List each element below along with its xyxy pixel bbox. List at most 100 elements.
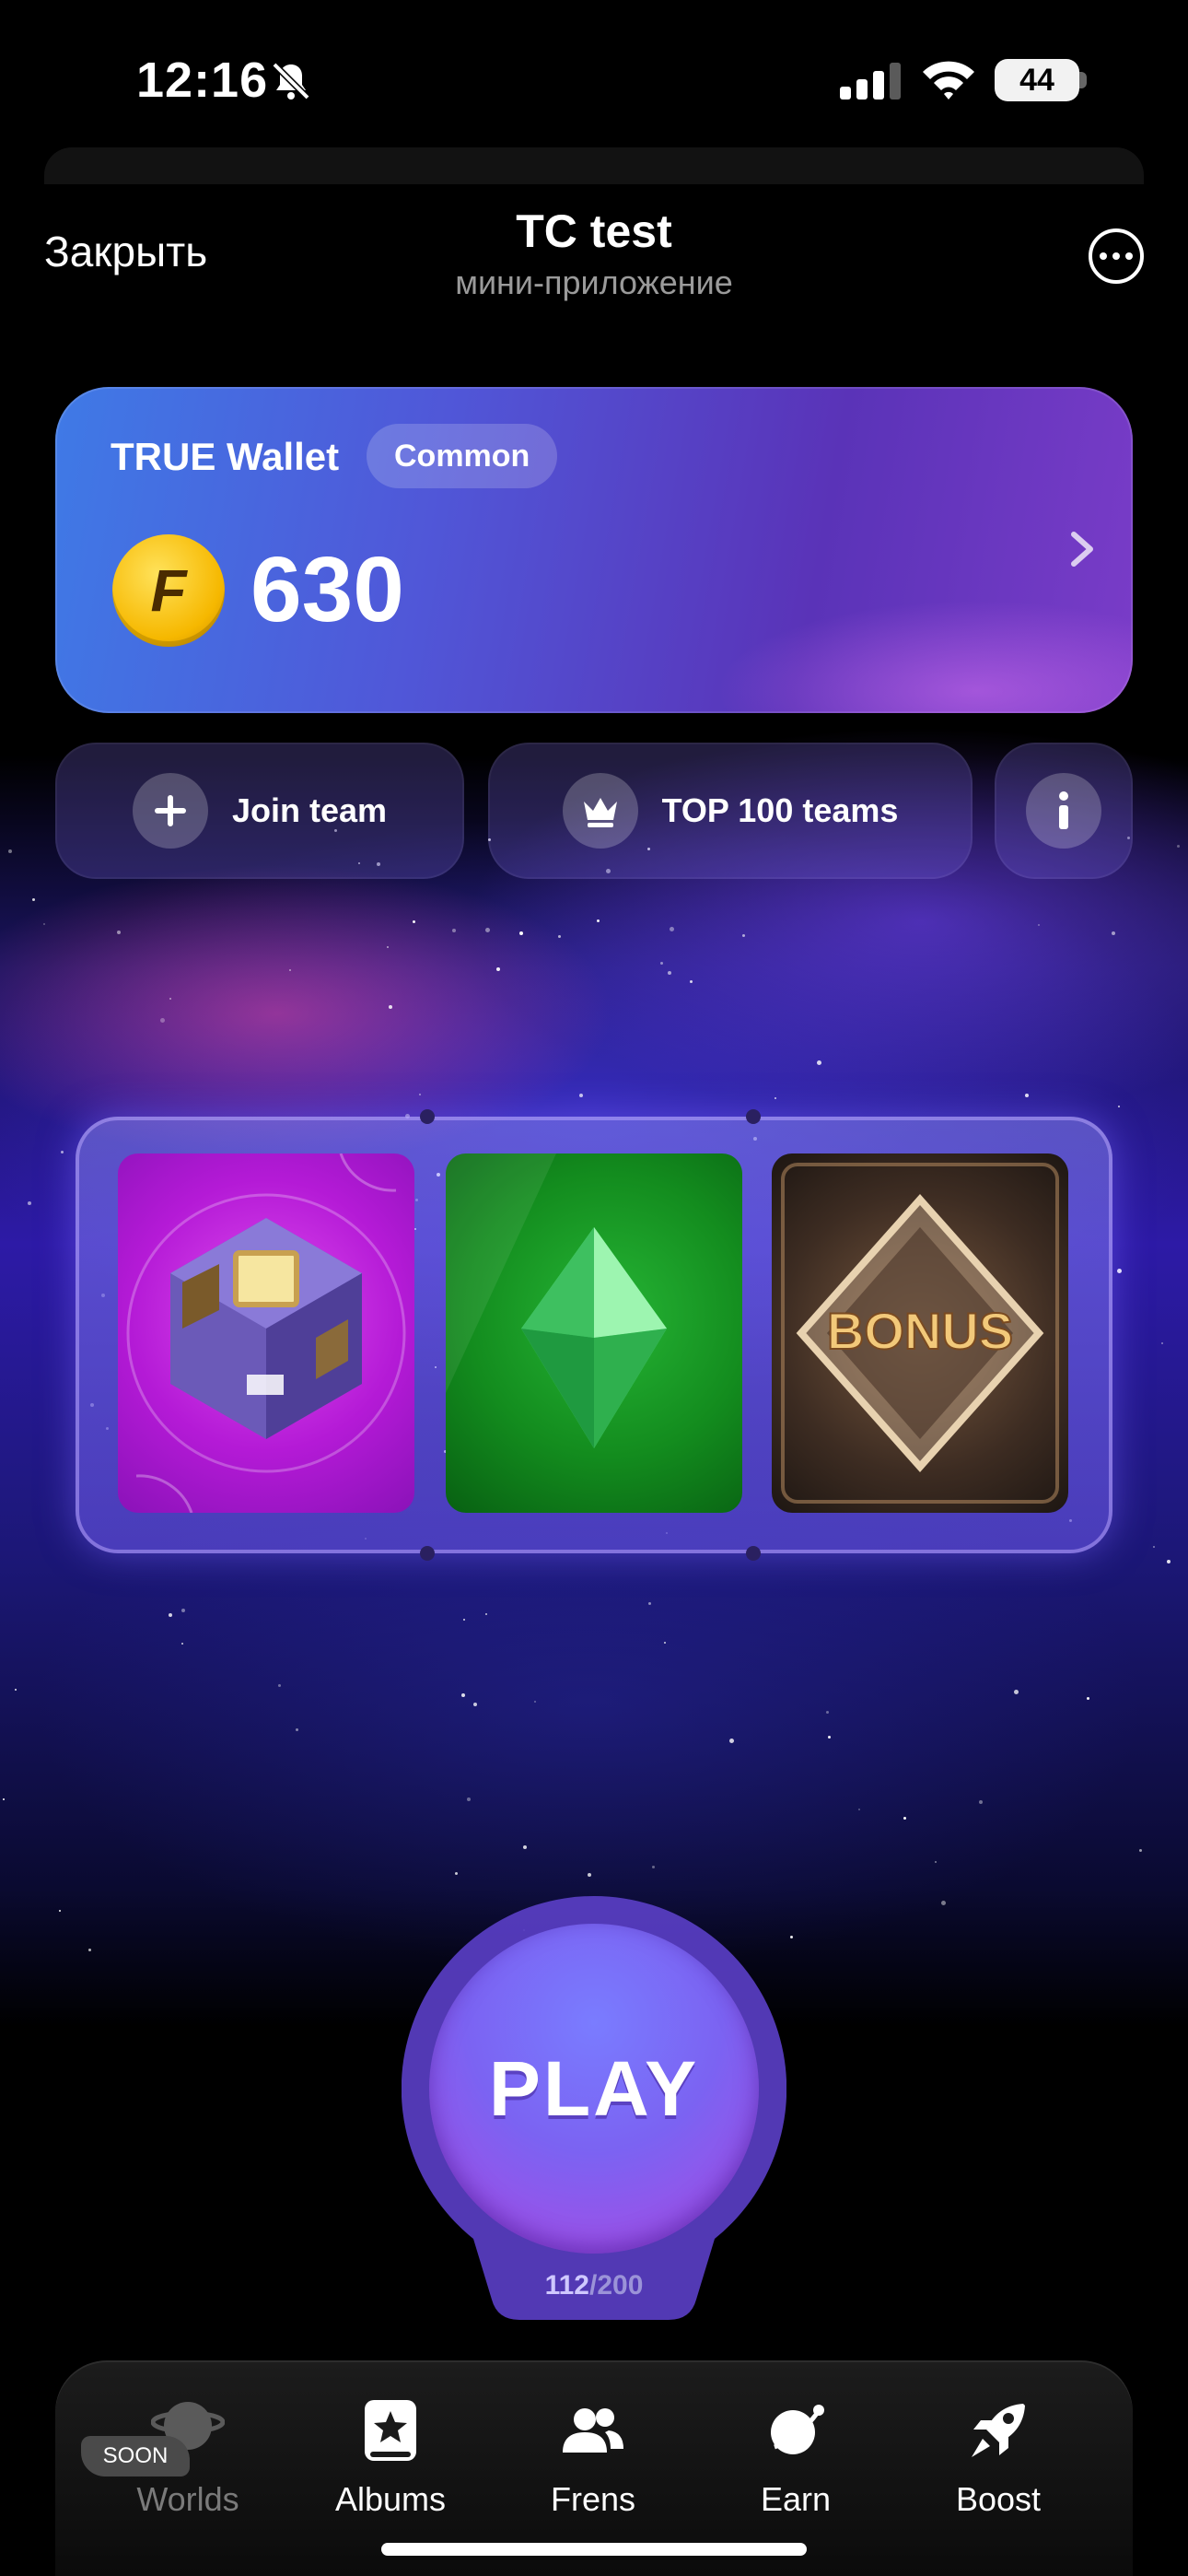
star [1167,1560,1171,1563]
star [389,1005,392,1009]
cellular-signal-icon [840,63,904,104]
star [278,1684,281,1687]
star [1112,931,1115,935]
app-subtitle: мини-приложение [455,263,733,301]
wifi-icon [921,57,976,104]
star [117,931,121,934]
chevron-right-icon [1054,521,1109,581]
star [485,928,490,932]
home-indicator [381,2543,807,2556]
star [296,1728,298,1731]
star [648,1602,651,1605]
star [461,1693,465,1697]
star [523,1845,527,1849]
info-button[interactable] [995,743,1133,879]
star [664,1642,666,1644]
star [463,1619,465,1621]
star [668,971,671,975]
panel-notch [420,1546,435,1561]
star [660,962,663,965]
top-teams-label: TOP 100 teams [661,791,899,829]
star [160,1018,165,1023]
star [419,1094,421,1095]
top-teams-button[interactable]: TOP 100 teams [488,743,973,879]
soon-badge: SOON [81,2436,190,2476]
star [15,1689,17,1691]
star [670,927,674,931]
star [652,1866,655,1868]
star [43,923,45,925]
star [181,1643,183,1645]
plus-icon [132,773,208,849]
nav-boost-label: Boost [955,2480,1042,2518]
wallet-card[interactable]: TRUE Wallet Common F 630 [55,387,1133,713]
star [558,935,561,938]
star [455,1872,458,1875]
planet-icon [704,2394,888,2467]
crown-icon [562,773,638,849]
star [473,1703,477,1706]
nav-worlds-label: Worlds [136,2480,239,2518]
star [729,1739,734,1743]
nav-albums[interactable]: Albums [298,2394,483,2519]
star [1014,1690,1019,1694]
star [775,1097,776,1099]
panel-notch [746,1109,761,1124]
star [858,1809,860,1810]
card-gem [446,1153,742,1513]
join-team-label: Join team [231,791,388,829]
play-button[interactable]: PLAY [429,1924,759,2254]
more-dots-icon [1100,252,1107,260]
panel-notch [420,1109,435,1124]
star [387,946,389,948]
info-icon [1026,773,1101,849]
battery-indicator: 44 [995,59,1079,101]
card-bonus: BONUS [772,1153,1068,1513]
star [1025,1094,1029,1097]
star [817,1060,821,1065]
play-label: PLAY [488,2044,700,2132]
nav-frens[interactable]: Frens [501,2394,685,2519]
star [485,1613,487,1615]
rocket-icon [906,2394,1090,2467]
star [588,1873,591,1877]
star [169,998,171,1000]
star [413,920,415,923]
join-team-button[interactable]: Join team [55,743,464,879]
app-title: TC test [516,205,672,257]
star [1118,1106,1120,1107]
star [1161,1342,1163,1344]
nav-albums-label: Albums [334,2480,447,2518]
star [979,1800,983,1804]
star [1038,924,1040,926]
star [1087,1697,1089,1700]
bell-muted-icon [269,59,313,108]
coin-icon: F [112,534,225,647]
star [452,929,456,932]
energy-counter: 112/200 [544,2270,644,2301]
star [61,1151,64,1153]
more-menu-button[interactable] [1089,228,1144,284]
star [8,849,12,853]
nav-earn-label: Earn [760,2480,832,2518]
album-star-icon [298,2394,483,2467]
star [59,1910,61,1912]
star [941,1901,946,1905]
status-time: 12:16 [136,53,269,108]
star [3,1798,5,1800]
star [1177,845,1180,848]
wallet-name: TRUE Wallet [111,435,340,478]
star [289,969,291,971]
battery-tip [1079,72,1087,88]
star [1139,1849,1142,1852]
star [935,1861,937,1863]
nav-boost[interactable]: Boost [906,2394,1090,2519]
nav-earn[interactable]: Earn [704,2394,888,2519]
sheet-handle-area [44,147,1144,184]
star [828,1736,831,1739]
star [579,1094,583,1097]
star [826,1711,829,1714]
panel-notch [746,1546,761,1561]
star [32,898,35,901]
wallet-balance: 630 [250,538,404,641]
